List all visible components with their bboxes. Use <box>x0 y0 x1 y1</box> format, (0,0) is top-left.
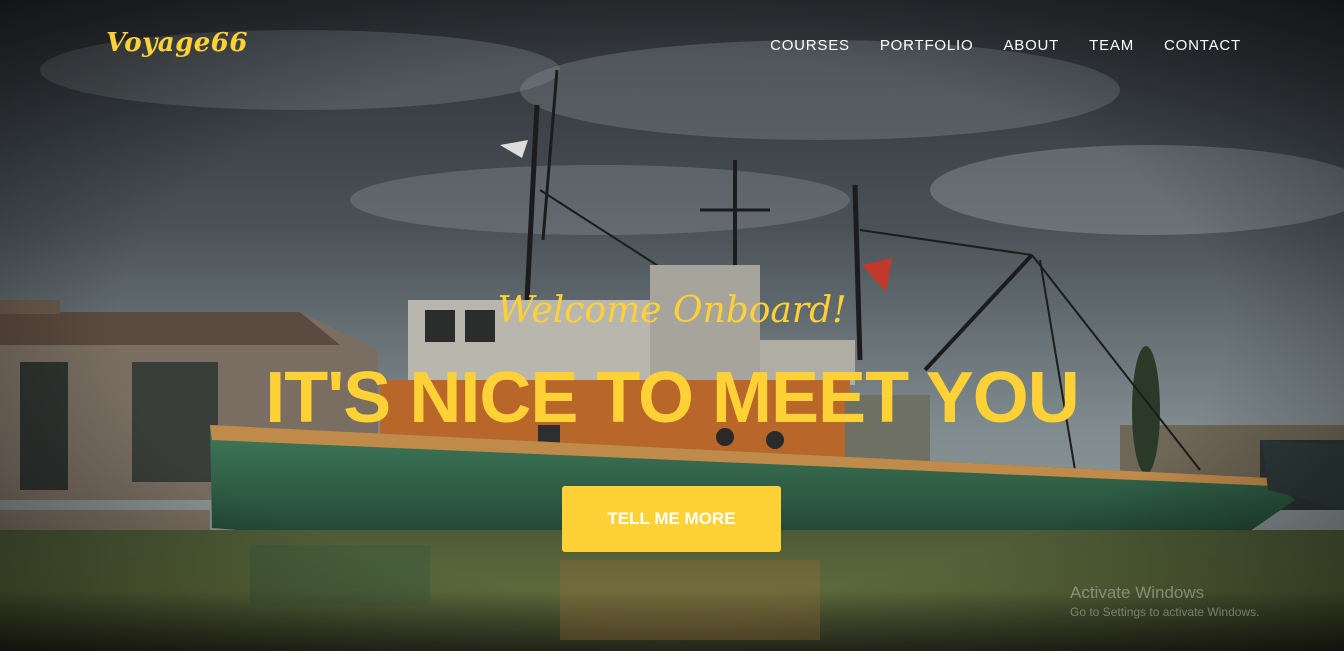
nav-link-contact[interactable]: CONTACT <box>1164 37 1241 54</box>
nav-link-portfolio[interactable]: PORTFOLIO <box>880 37 974 54</box>
activation-watermark: Activate Windows Go to Settings to activ… <box>1070 583 1259 619</box>
hero-section: Voyage66 COURSES PORTFOLIO ABOUT TEAM CO… <box>0 0 1344 651</box>
watermark-subtitle: Go to Settings to activate Windows. <box>1070 605 1260 619</box>
brand-logo[interactable]: Voyage66 <box>106 28 248 58</box>
hero-heading: IT'S NICE TO MEET YOU <box>265 358 1080 438</box>
nav-link-courses[interactable]: COURSES <box>770 37 850 54</box>
nav-link-team[interactable]: TEAM <box>1089 37 1134 54</box>
tell-me-more-button[interactable]: TELL ME MORE <box>562 486 781 552</box>
hero-lead-in: Welcome Onboard! <box>497 290 847 331</box>
nav-link-about[interactable]: ABOUT <box>1003 37 1059 54</box>
main-navigation: COURSES PORTFOLIO ABOUT TEAM CONTACT <box>770 37 1241 54</box>
watermark-title: Activate Windows <box>1070 583 1205 602</box>
